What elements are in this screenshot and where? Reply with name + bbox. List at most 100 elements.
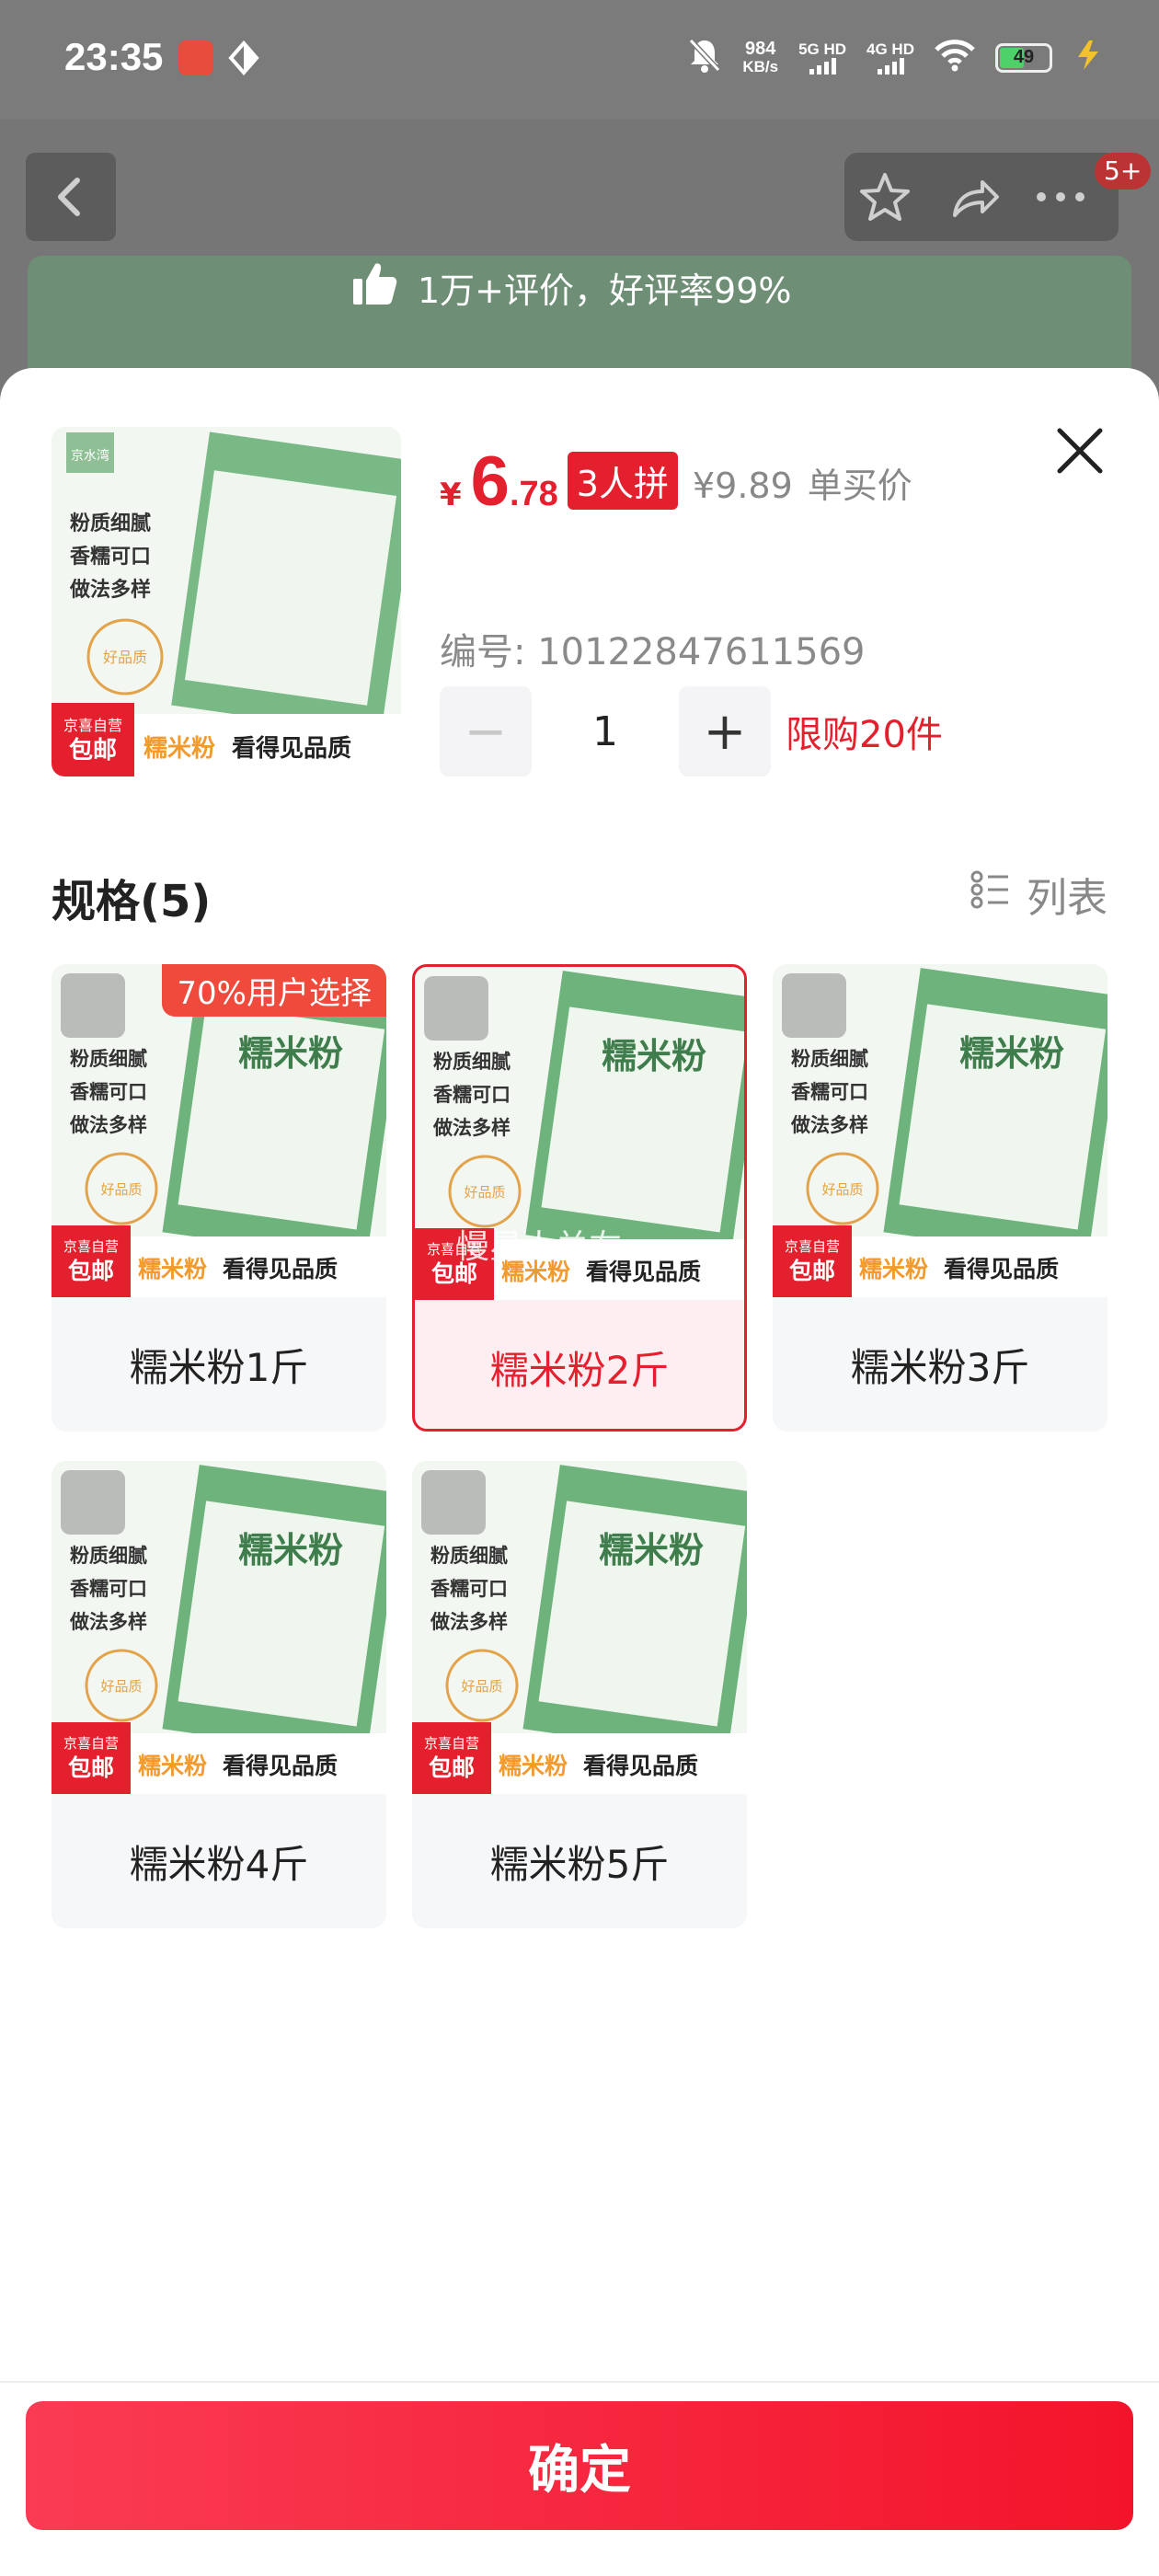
price-decimal: .78 xyxy=(509,475,558,513)
battery-level: 49 xyxy=(1013,46,1035,67)
svg-text:好品质: 好品质 xyxy=(103,649,147,666)
svg-text:看得见品质: 看得见品质 xyxy=(583,1753,698,1779)
signal-5g: 5G HD xyxy=(798,40,846,75)
charging-bolt-icon xyxy=(1073,39,1104,76)
option-label: 糯米粉1斤 xyxy=(129,1344,309,1390)
decrease-button[interactable]: − xyxy=(440,686,532,776)
increase-button[interactable]: + xyxy=(679,686,771,776)
favorite-star-icon[interactable] xyxy=(857,169,912,228)
back-arrow-icon xyxy=(58,178,80,216)
svg-text:香糯可口: 香糯可口 xyxy=(430,1578,508,1600)
svg-text:糯米粉: 糯米粉 xyxy=(238,1530,343,1570)
speed-unit: KB/s xyxy=(742,57,779,75)
svg-text:糯米粉: 糯米粉 xyxy=(599,1530,704,1570)
svg-text:糯米粉: 糯米粉 xyxy=(138,1256,207,1282)
list-toggle-label: 列表 xyxy=(1027,875,1107,922)
quantity-value[interactable]: 1 xyxy=(532,708,679,755)
expand-icon[interactable] xyxy=(782,973,846,1038)
sku-number: 编号: 10122847611569 xyxy=(440,631,866,673)
price-integer: 6 xyxy=(470,443,510,521)
option-label: 糯米粉3斤 xyxy=(850,1344,1030,1390)
svg-text:京喜自营: 京喜自营 xyxy=(785,1238,840,1255)
price-row: ¥ 6 .78 3人拼 ¥9.89 单买价 xyxy=(440,442,912,522)
close-button[interactable] xyxy=(1050,421,1109,480)
svg-text:香糯可口: 香糯可口 xyxy=(70,546,151,569)
svg-text:京喜自营: 京喜自营 xyxy=(63,717,122,734)
svg-text:粉质细腻: 粉质细腻 xyxy=(433,1051,511,1073)
mute-bell-icon xyxy=(687,37,722,78)
expand-icon[interactable] xyxy=(61,973,125,1038)
svg-text:粉质细腻: 粉质细腻 xyxy=(70,1048,147,1070)
single-price: ¥9.89 xyxy=(692,466,793,506)
svg-text:糯米粉: 糯米粉 xyxy=(138,1753,207,1779)
svg-text:京喜自营: 京喜自营 xyxy=(63,1238,119,1255)
review-tip-text: 1万+评价，好评率99% xyxy=(418,270,792,311)
option-label: 糯米粉5斤 xyxy=(489,1841,670,1887)
battery-icon: 49 xyxy=(995,42,1052,73)
group-buy-badge: 3人拼 xyxy=(567,452,678,510)
svg-text:香糯可口: 香糯可口 xyxy=(70,1081,147,1103)
status-bar: 23:35 984 KB/s 5G HD 4G HD 49 xyxy=(0,0,1159,120)
svg-text:香糯可口: 香糯可口 xyxy=(70,1578,147,1600)
brand-text: 京水湾 xyxy=(71,448,109,464)
option-label: 糯米粉4斤 xyxy=(129,1841,309,1887)
network-speed: 984 KB/s xyxy=(742,40,778,76)
close-icon xyxy=(1057,428,1103,474)
watermark-text: 慢星人关右 xyxy=(456,1228,623,1266)
svg-text:糯米粉: 糯米粉 xyxy=(602,1036,706,1076)
option-label: 糯米粉2斤 xyxy=(489,1347,670,1393)
expand-icon[interactable] xyxy=(424,976,488,1041)
svg-text:包邮: 包邮 xyxy=(69,736,117,765)
expand-icon[interactable] xyxy=(61,1470,125,1535)
diamond-app-icon xyxy=(226,40,261,76)
svg-text:好品质: 好品质 xyxy=(100,1678,142,1695)
svg-text:糯米粉: 糯米粉 xyxy=(238,1033,343,1074)
share-icon[interactable] xyxy=(947,169,1003,228)
more-icon[interactable] xyxy=(1028,169,1093,228)
net2-label: 4G HD xyxy=(866,40,914,58)
spec-option-2[interactable]: 粉质细腻 香糯可口 做法多样 好品质 糯米粉 京喜自营 包邮 糯米粉 看得见品质 糯米粉2斤 xyxy=(412,964,747,1432)
svg-text:京喜自营: 京喜自营 xyxy=(63,1735,119,1752)
back-button[interactable] xyxy=(26,153,116,241)
svg-text:京喜自营: 京喜自营 xyxy=(424,1735,479,1752)
svg-text:糯米粉: 糯米粉 xyxy=(859,1256,928,1282)
svg-text:做法多样: 做法多样 xyxy=(430,1611,508,1633)
svg-text:好品质: 好品质 xyxy=(464,1184,505,1201)
svg-text:糯米粉: 糯米粉 xyxy=(143,735,215,763)
svg-text:香糯可口: 香糯可口 xyxy=(433,1084,511,1106)
svg-text:做法多样: 做法多样 xyxy=(432,1117,511,1139)
spec-option-3[interactable]: 粉质细腻 香糯可口 做法多样 好品质 糯米粉 京喜自营 包邮 糯米粉 看得见品质 糯米粉3斤 xyxy=(773,964,1107,1432)
sku-selection-sheet: 京水湾 粉质细腻 香糯可口 做法多样 好品质 京喜自营 包邮 糯米粉 看得见品质… xyxy=(0,368,1159,2576)
svg-text:做法多样: 做法多样 xyxy=(69,578,151,602)
product-package-image: 京水湾 粉质细腻 香糯可口 做法多样 好品质 京喜自营 包邮 糯米粉 看得见品质 xyxy=(52,427,401,776)
svg-text:包邮: 包邮 xyxy=(68,1258,114,1284)
signal-4g: 4G HD xyxy=(866,40,914,75)
quantity-stepper: − 1 + 限购20件 xyxy=(440,686,943,776)
svg-text:好品质: 好品质 xyxy=(461,1678,502,1695)
product-thumbnail[interactable]: 京水湾 粉质细腻 香糯可口 做法多样 好品质 京喜自营 包邮 糯米粉 看得见品质 xyxy=(52,427,401,776)
svg-text:粉质细腻: 粉质细腻 xyxy=(70,1545,147,1567)
svg-text:包邮: 包邮 xyxy=(429,1754,475,1781)
svg-text:包邮: 包邮 xyxy=(789,1258,835,1284)
top-actions xyxy=(844,153,1119,241)
signal-bars-icon xyxy=(877,57,904,75)
review-tip: 1万+评价，好评率99% xyxy=(350,248,791,326)
spec-option-1[interactable]: 70%用户选择 粉质细腻 香糯可口 做法多样 好品质 糯米粉 京喜自营 包邮 糯米粉 看得见品质… xyxy=(52,964,386,1432)
svg-text:好品质: 好品质 xyxy=(100,1181,142,1198)
thumbs-up-icon xyxy=(350,259,399,316)
confirm-button[interactable]: 确定 xyxy=(26,2401,1133,2530)
wifi-icon xyxy=(935,39,975,76)
single-price-label: 单买价 xyxy=(807,466,912,506)
notification-badge: 5+ xyxy=(1095,153,1152,190)
expand-icon[interactable] xyxy=(421,1470,486,1535)
svg-text:包邮: 包邮 xyxy=(68,1754,114,1781)
svg-text:糯米粉: 糯米粉 xyxy=(959,1033,1064,1074)
purchase-limit: 限购20件 xyxy=(786,714,943,756)
spec-option-5[interactable]: 粉质细腻 香糯可口 做法多样 好品质 糯米粉 京喜自营 包邮 糯米粉 看得见品质 糯米粉5斤 xyxy=(412,1461,747,1928)
svg-text:做法多样: 做法多样 xyxy=(69,1114,147,1136)
list-icon xyxy=(970,868,1012,921)
spec-option-4[interactable]: 粉质细腻 香糯可口 做法多样 好品质 糯米粉 京喜自营 包邮 糯米粉 看得见品质 糯米粉4斤 xyxy=(52,1461,386,1928)
list-view-toggle[interactable]: 列表 xyxy=(970,865,1107,924)
svg-text:看得见品质: 看得见品质 xyxy=(232,735,351,763)
svg-text:看得见品质: 看得见品质 xyxy=(944,1256,1059,1282)
